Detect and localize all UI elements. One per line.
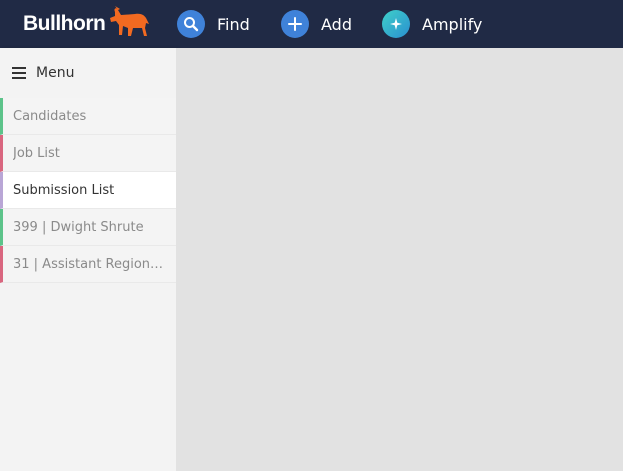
menu-label: Menu bbox=[36, 65, 75, 81]
hamburger-icon bbox=[12, 67, 26, 79]
find-button[interactable]: Find bbox=[177, 8, 250, 40]
sidebar-item-label: Candidates bbox=[13, 108, 87, 124]
sidebar-item-label: Job List bbox=[13, 145, 60, 161]
top-bar: Bullhorn Find Add Amplify bbox=[0, 0, 623, 48]
sidebar-item-label: 31 | Assistant Regional Manager bbox=[13, 256, 171, 272]
brand-name: Bullhorn bbox=[23, 12, 106, 35]
bullhorn-logo[interactable]: Bullhorn bbox=[23, 6, 149, 40]
add-button[interactable]: Add bbox=[281, 8, 352, 40]
sparkle-icon bbox=[382, 10, 410, 38]
sidebar-item-label: 399 | Dwight Shrute bbox=[13, 219, 144, 235]
menu-toggle[interactable]: Menu bbox=[0, 48, 176, 98]
sidebar-item-label: Submission List bbox=[13, 182, 115, 198]
sidebar-item-candidate-record[interactable]: 399 | Dwight Shrute bbox=[0, 209, 176, 246]
amplify-label: Amplify bbox=[422, 14, 483, 34]
sidebar-item-candidates[interactable]: Candidates bbox=[0, 98, 176, 135]
main-content-area bbox=[176, 48, 623, 471]
plus-icon bbox=[281, 10, 309, 38]
amplify-button[interactable]: Amplify bbox=[382, 8, 482, 40]
find-label: Find bbox=[217, 14, 250, 34]
add-label: Add bbox=[321, 14, 352, 34]
bull-icon bbox=[110, 6, 149, 36]
sidebar-item-submission-list[interactable]: Submission List bbox=[0, 172, 176, 209]
search-icon bbox=[177, 10, 205, 38]
sidebar-item-job-record[interactable]: 31 | Assistant Regional Manager bbox=[0, 246, 176, 283]
sidebar-item-job-list[interactable]: Job List bbox=[0, 135, 176, 172]
sidebar: Menu Candidates Job List Submission List… bbox=[0, 48, 176, 471]
